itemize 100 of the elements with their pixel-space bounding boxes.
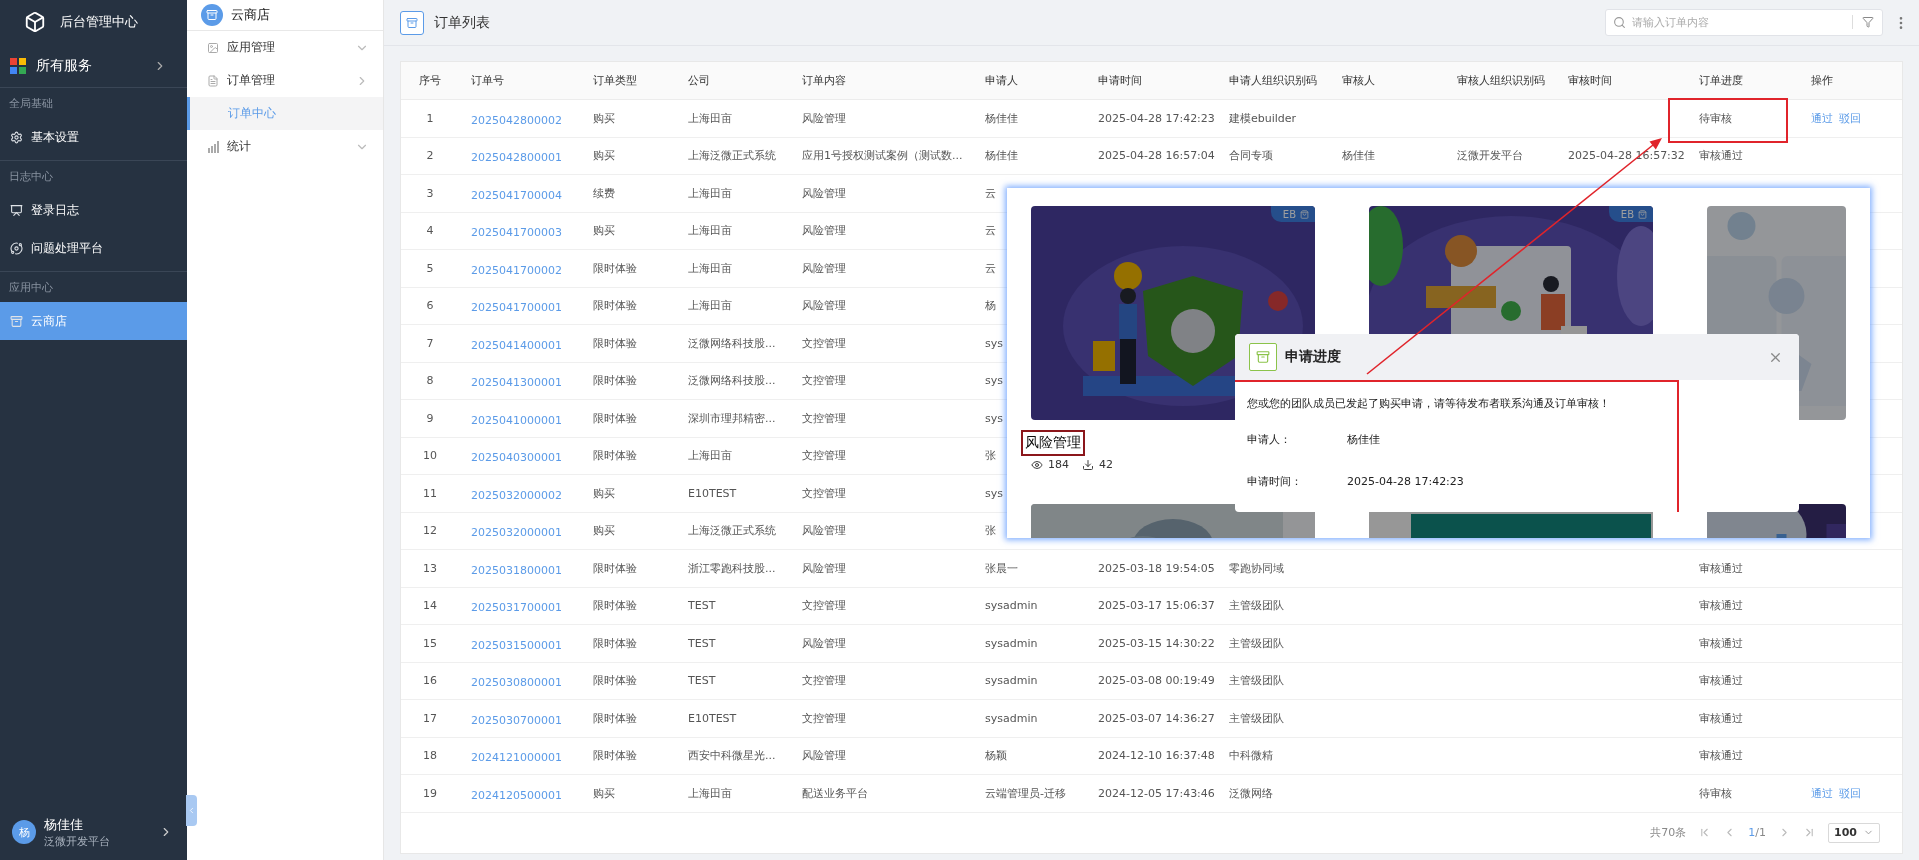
table-cell: 14	[423, 599, 437, 613]
order-link[interactable]: 2025031700001	[471, 601, 562, 615]
column-header: 申请时间	[1098, 73, 1142, 88]
action-link[interactable]: 驳回	[1839, 110, 1861, 126]
table-cell: 限时体验	[593, 335, 637, 351]
table-cell: 15	[423, 636, 437, 650]
search-field[interactable]: 请输入订单内容	[1605, 9, 1883, 36]
table-cell: 主管级团队	[1229, 673, 1284, 689]
table-cell: 主管级团队	[1229, 635, 1284, 651]
table-cell: 文控管理	[802, 485, 846, 501]
order-link[interactable]: 2024120500001	[471, 788, 562, 802]
order-link[interactable]: 2025032000001	[471, 526, 562, 540]
image-icon	[207, 41, 219, 54]
subnav-item[interactable]: 应用管理	[187, 31, 383, 64]
download-icon	[1082, 458, 1094, 471]
order-link[interactable]: 2025042800001	[471, 151, 562, 165]
table-cell: 购买	[593, 110, 615, 126]
table-cell: 杨	[985, 298, 996, 314]
order-link[interactable]: 2025030800001	[471, 676, 562, 690]
order-link[interactable]: 2025041300001	[471, 376, 562, 390]
table-cell: sys	[985, 336, 1003, 350]
nav-item[interactable]: 云商店	[0, 302, 187, 340]
table-cell: 上海田亩	[688, 298, 732, 314]
table-cell: 张	[985, 523, 996, 539]
action-link[interactable]: 通过	[1811, 785, 1833, 801]
table-cell: 审核通过	[1699, 635, 1743, 651]
table-cell: 深圳市理邦精密...	[688, 410, 776, 426]
filter-icon[interactable]	[1862, 16, 1874, 28]
table-cell: 限时体验	[593, 710, 637, 726]
dialog-message: 您或您的团队成员已发起了购买申请，请等待发布者联系沟通及订单审核！	[1247, 395, 1611, 412]
table-cell: 主管级团队	[1229, 710, 1284, 726]
table-cell: 购买	[593, 485, 615, 501]
document-icon	[207, 74, 219, 87]
search-icon	[1613, 16, 1626, 29]
table-cell: 应用1号授权测试案例（测试数...	[802, 148, 963, 164]
last-page-icon[interactable]	[1803, 826, 1816, 839]
nav-item[interactable]: 基本设置	[0, 118, 187, 156]
table-cell: 云	[985, 260, 996, 276]
order-link[interactable]: 2025041700002	[471, 263, 562, 277]
order-link[interactable]: 2025030700001	[471, 713, 562, 727]
order-link[interactable]: 2025042800002	[471, 113, 562, 127]
badge-label: EB	[1620, 208, 1634, 220]
action-link[interactable]: 驳回	[1839, 785, 1861, 801]
subnav-title: 云商店	[231, 6, 270, 24]
order-link[interactable]: 2025041700003	[471, 226, 562, 240]
table-cell: 限时体验	[593, 260, 637, 276]
page-size-select[interactable]: 100	[1828, 822, 1880, 843]
order-link[interactable]: 2025041400001	[471, 338, 562, 352]
column-header: 审核人	[1342, 73, 1375, 88]
nav-item[interactable]: 登录日志	[0, 191, 187, 229]
subnav-item[interactable]: 统计	[187, 130, 383, 163]
table-cell: 风险管理	[802, 260, 846, 276]
order-link[interactable]: 2025041700001	[471, 301, 562, 315]
table-cell: 张	[985, 448, 996, 464]
table-cell: 风险管理	[802, 110, 846, 126]
table-cell: 限时体验	[593, 448, 637, 464]
table-cell: 审核通过	[1699, 710, 1743, 726]
table-cell: 文控管理	[802, 673, 846, 689]
store-icon	[1249, 343, 1277, 371]
table-cell: 杨佳佳	[1342, 148, 1375, 164]
subnav-item[interactable]: 订单中心	[187, 97, 383, 130]
table-cell: 3	[426, 186, 434, 200]
order-link[interactable]: 2025031800001	[471, 563, 562, 577]
field-label: 申请人：	[1247, 431, 1292, 447]
field-value: 2025-04-28 17:42:23	[1347, 474, 1464, 488]
page-indicator: 1/1	[1748, 826, 1766, 839]
subnav-item[interactable]: 订单管理	[187, 64, 383, 97]
table-cell: 风险管理	[802, 635, 846, 651]
dialog-title: 申请进度	[1285, 348, 1342, 366]
order-link[interactable]: 2025040300001	[471, 451, 562, 465]
bar-chart-icon	[207, 140, 219, 153]
order-link[interactable]: 2025031500001	[471, 638, 562, 652]
table-cell: 审核通过	[1699, 748, 1743, 764]
column-header: 订单进度	[1699, 73, 1743, 88]
collapse-handle[interactable]	[186, 795, 197, 826]
order-link[interactable]: 2025032000002	[471, 488, 562, 502]
table-cell: 2025-04-28 17:42:23	[1098, 111, 1215, 125]
table-cell: 购买	[593, 148, 615, 164]
table-cell: 建模ebuilder	[1229, 110, 1297, 126]
table-cell: 限时体验	[593, 635, 637, 651]
store-icon	[400, 10, 424, 35]
order-link[interactable]: 2025041700004	[471, 188, 562, 202]
order-link[interactable]: 2024121000001	[471, 751, 562, 765]
column-header: 审核时间	[1568, 73, 1612, 88]
order-link[interactable]: 2025041000001	[471, 413, 562, 427]
table-cell: 上海田亩	[688, 110, 732, 126]
column-header: 公司	[688, 73, 710, 88]
action-link[interactable]: 通过	[1811, 110, 1833, 126]
table-cell: 云端管理员-迁移	[985, 785, 1066, 801]
table-cell: 文控管理	[802, 410, 846, 426]
user-org: 泛微开发平台	[44, 833, 111, 849]
all-services-button[interactable]: 所有服务	[0, 44, 187, 88]
table-cell: sysadmin	[985, 711, 1038, 725]
bag-icon	[1638, 209, 1647, 219]
table-cell: 限时体验	[593, 560, 637, 576]
table-cell: 上海泛微正式系统	[688, 523, 776, 539]
column-header: 订单号	[471, 73, 504, 88]
table-cell: 9	[426, 411, 434, 425]
table-cell: 上海田亩	[688, 260, 732, 276]
nav-item[interactable]: 问题处理平台	[0, 229, 187, 267]
